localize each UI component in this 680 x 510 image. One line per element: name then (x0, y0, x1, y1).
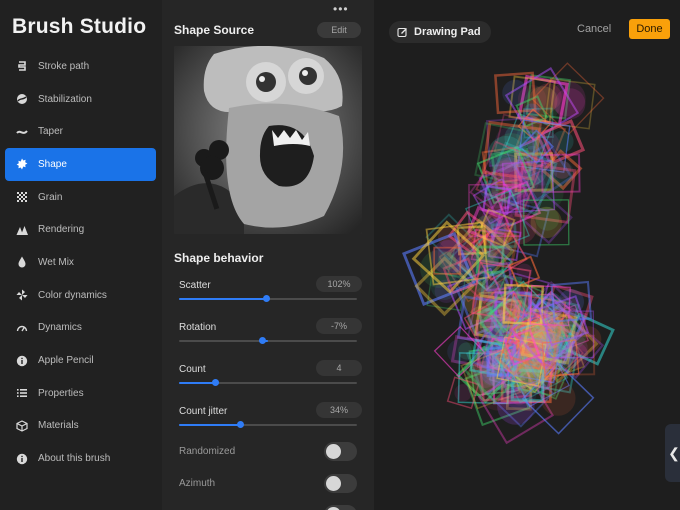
stroke-blob (510, 291, 537, 318)
slider-label: Scatter (179, 280, 211, 291)
slider-fill (179, 298, 267, 300)
slider-value[interactable]: 34% (316, 402, 362, 418)
slider-fill (179, 382, 215, 384)
edit-square-icon (397, 27, 408, 38)
slider-track[interactable] (179, 295, 357, 302)
stroke-blob (438, 251, 457, 270)
sidebar-item-label: About this brush (38, 453, 111, 465)
sidebar-item-apple-pencil[interactable]: Apple Pencil (5, 344, 156, 377)
drawing-pad[interactable]: Drawing Pad Cancel Done ❮ (374, 0, 680, 510)
taper-icon (15, 125, 28, 138)
randomized-toggle[interactable] (324, 442, 357, 461)
toggle-thumb (326, 476, 341, 491)
sidebar-nav: Stroke path Stabilization Taper Shape Gr… (5, 50, 156, 475)
drawing-pad-label: Drawing Pad (414, 26, 481, 38)
slider-knob[interactable] (236, 421, 244, 428)
sidebar-item-label: Stabilization (38, 93, 92, 105)
slider-value[interactable]: 102% (316, 276, 362, 292)
slider-track[interactable] (179, 379, 357, 386)
stroke-blob (558, 288, 585, 315)
slider-knob[interactable] (211, 379, 219, 386)
sidebar-item-rendering[interactable]: Rendering (5, 213, 156, 246)
azimuth-toggle[interactable] (324, 474, 357, 493)
randomized-toggle-row: Randomized (174, 442, 362, 464)
next-toggle-row (174, 505, 362, 510)
sidebar-item-label: Taper (38, 126, 64, 138)
slider-track[interactable] (179, 421, 357, 428)
sidebar-item-label: Rendering (38, 224, 85, 236)
count-slider[interactable]: Count 4 (174, 360, 362, 400)
app-title: Brush Studio (12, 15, 147, 38)
stroke-blob (447, 339, 472, 364)
rendering-icon (15, 223, 28, 236)
dynamics-icon (15, 321, 28, 334)
drawing-pad-button[interactable]: Drawing Pad (389, 21, 491, 43)
grain-icon (15, 191, 28, 204)
sidebar: Brush Studio Stroke path Stabilization T… (0, 0, 162, 510)
done-button[interactable]: Done (629, 19, 670, 39)
slider-label: Rotation (179, 322, 217, 333)
sidebar-item-label: Grain (38, 191, 63, 203)
sidebar-item-label: Materials (38, 420, 79, 432)
brush-stroke-preview (402, 62, 615, 445)
sidebar-item-wet-mix[interactable]: Wet Mix (5, 246, 156, 279)
sidebar-item-materials[interactable]: Materials (5, 410, 156, 443)
info-icon (15, 452, 28, 465)
stroke-blob (479, 355, 511, 386)
materials-icon (15, 419, 28, 432)
apple-pencil-icon (15, 354, 28, 367)
toggle-label: Randomized (179, 446, 236, 457)
sidebar-item-grain[interactable]: Grain (5, 181, 156, 214)
sidebar-item-label: Properties (38, 387, 84, 399)
partial-toggle[interactable] (324, 505, 357, 510)
sidebar-item-about-this-brush[interactable]: About this brush (5, 442, 156, 475)
stabilization-icon (15, 93, 28, 106)
slider-label: Count (179, 364, 206, 375)
slider-knob[interactable] (258, 337, 266, 344)
sidebar-item-properties[interactable]: Properties (5, 377, 156, 410)
chevron-left-icon[interactable]: ❮ (665, 424, 680, 482)
slider-knob[interactable] (263, 295, 271, 302)
stroke-blob (540, 380, 576, 416)
edit-button[interactable]: Edit (317, 22, 361, 38)
sidebar-item-label: Wet Mix (38, 256, 74, 268)
sidebar-item-color-dynamics[interactable]: Color dynamics (5, 279, 156, 312)
count-jitter-slider[interactable]: Count jitter 34% (174, 402, 362, 442)
cancel-button[interactable]: Cancel (577, 23, 611, 35)
sidebar-item-stabilization[interactable]: Stabilization (5, 83, 156, 116)
slider-value[interactable]: -7% (316, 318, 362, 334)
azimuth-toggle-row: Azimuth (174, 474, 362, 496)
scatter-slider[interactable]: Scatter 102% (174, 276, 362, 316)
sidebar-item-label: Shape (38, 158, 67, 170)
more-options-icon[interactable]: ••• (333, 2, 349, 16)
stroke-path-icon (15, 60, 28, 73)
toggle-label: Azimuth (179, 478, 216, 489)
slider-fill (179, 424, 240, 426)
sidebar-item-label: Dynamics (38, 322, 82, 334)
shape-source-image[interactable] (174, 46, 362, 234)
sidebar-item-label: Color dynamics (38, 289, 107, 301)
sidebar-item-taper[interactable]: Taper (5, 115, 156, 148)
slider-track[interactable] (179, 337, 357, 344)
settings-panel: ••• Shape Source Edit Shape behavior Sca… (162, 0, 374, 510)
color-dynamics-icon (15, 289, 28, 302)
sidebar-item-stroke-path[interactable]: Stroke path (5, 50, 156, 83)
rotation-slider[interactable]: Rotation -7% (174, 318, 362, 358)
toggle-thumb (326, 444, 341, 459)
slider-label: Count jitter (179, 406, 228, 417)
sidebar-item-shape[interactable]: Shape (5, 148, 156, 181)
sidebar-item-label: Stroke path (38, 60, 90, 72)
stroke-blob (550, 81, 586, 117)
stroke-blob (553, 318, 587, 351)
properties-icon (15, 387, 28, 400)
sidebar-item-dynamics[interactable]: Dynamics (5, 312, 156, 345)
shape-source-title: Shape Source (174, 23, 255, 37)
sidebar-item-label: Apple Pencil (38, 355, 94, 367)
shape-icon (15, 158, 28, 171)
shape-behavior-title: Shape behavior (174, 251, 264, 265)
wet-mix-icon (15, 256, 28, 269)
slider-value[interactable]: 4 (316, 360, 362, 376)
